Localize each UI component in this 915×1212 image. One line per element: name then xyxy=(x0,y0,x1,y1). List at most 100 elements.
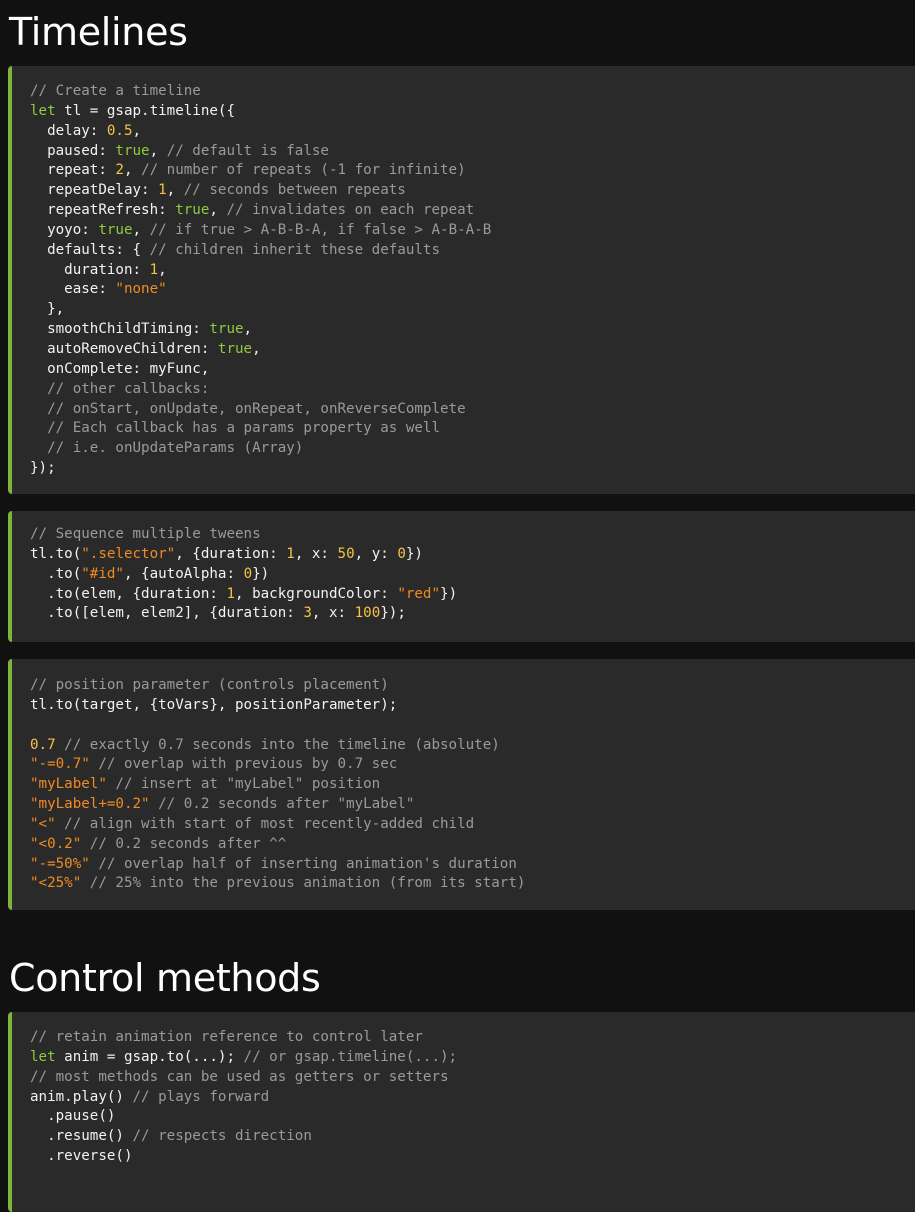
code-string: "-=0.7" xyxy=(30,756,90,773)
code-line: "-=0.7" // overlap with previous by 0.7 … xyxy=(30,755,915,775)
code-comment: // Each callback has a params property a… xyxy=(30,420,440,437)
section-title-timelines: Timelines xyxy=(9,10,188,54)
code-text: anim.play() xyxy=(30,1088,133,1105)
code-number: 1 xyxy=(149,261,159,278)
code-text: }) xyxy=(440,585,458,602)
code-line: "<25%" // 25% into the previous animatio… xyxy=(30,874,915,894)
code-line: defaults: { // children inherit these de… xyxy=(30,241,915,261)
code-text: , xyxy=(158,261,167,278)
code-block-sequence: // Sequence multiple tweens tl.to(".selec… xyxy=(8,511,915,642)
code-line: repeat: 2, // number of repeats (-1 for … xyxy=(30,161,915,181)
code-keyword: true xyxy=(98,221,133,238)
code-content: // Create a timeline let tl = gsap.timeli… xyxy=(12,66,915,479)
code-text: tl = gsap.timeline({ xyxy=(55,102,235,119)
code-line: paused: true, // default is false xyxy=(30,142,915,162)
code-text: , {duration: xyxy=(175,545,287,562)
code-line: // i.e. onUpdateParams (Array) xyxy=(30,439,915,459)
code-text: , x: xyxy=(311,605,355,622)
code-comment: // i.e. onUpdateParams (Array) xyxy=(30,440,304,457)
code-keyword: let xyxy=(30,1048,56,1065)
code-text: }) xyxy=(252,565,270,582)
code-text: .reverse() xyxy=(30,1148,133,1165)
code-number: 1 xyxy=(286,545,295,562)
code-block-position-parameter: // position parameter (controls placemen… xyxy=(8,659,915,910)
code-line: .to("#id", {autoAlpha: 0}) xyxy=(30,565,915,585)
code-text: repeatRefresh: xyxy=(30,202,176,219)
code-text: tl.to( xyxy=(30,545,82,562)
code-string: "myLabel+=0.2" xyxy=(30,796,150,813)
code-number: 3 xyxy=(303,605,312,622)
code-comment: // exactly 0.7 seconds into the timeline… xyxy=(64,736,500,753)
code-comment: // onStart, onUpdate, onRepeat, onRevers… xyxy=(30,400,466,417)
code-text: ease: xyxy=(30,281,116,298)
code-text: .resume() xyxy=(30,1128,133,1145)
code-text: , y: xyxy=(354,545,398,562)
code-line: // Sequence multiple tweens xyxy=(30,525,915,545)
code-comment: // default is false xyxy=(166,142,329,159)
code-text: }); xyxy=(380,605,406,622)
code-string: "-=50%" xyxy=(30,855,90,872)
code-string: "#id" xyxy=(81,565,124,582)
code-text: .to([elem, elem2], {duration: xyxy=(30,605,304,622)
code-string: "<" xyxy=(30,815,56,832)
code-text: smoothChildTiming: xyxy=(30,321,210,338)
code-number: 1 xyxy=(226,585,236,602)
code-line: smoothChildTiming: true, xyxy=(30,320,915,340)
code-text: onComplete: myFunc, xyxy=(30,360,210,377)
code-text: repeatDelay: xyxy=(30,182,159,199)
code-number: 50 xyxy=(337,545,355,562)
code-comment: // 25% into the previous animation (from… xyxy=(89,875,526,892)
code-text: , xyxy=(252,340,261,357)
code-comment: // respects direction xyxy=(132,1128,312,1145)
code-number: 0.5 xyxy=(106,122,133,139)
code-text: }) xyxy=(405,545,423,562)
code-line: autoRemoveChildren: true, xyxy=(30,340,915,360)
code-text: paused: xyxy=(30,142,116,159)
code-line: "-=50%" // overlap half of inserting ani… xyxy=(30,855,915,875)
code-string: "<25%" xyxy=(30,875,82,892)
code-number: 0 xyxy=(397,545,406,562)
code-text: .pause() xyxy=(30,1108,116,1125)
code-text: , xyxy=(123,162,142,179)
code-content: // retain animation reference to control… xyxy=(12,1012,915,1167)
code-text: tl.to(target, {toVars}, positionParamete… xyxy=(30,696,398,713)
code-line: let tl = gsap.timeline({ xyxy=(30,102,915,122)
code-line: // other callbacks: xyxy=(30,380,915,400)
code-string: ".selector" xyxy=(81,545,176,562)
code-line: yoyo: true, // if true > A-B-B-A, if fal… xyxy=(30,221,915,241)
code-line: // retain animation reference to control… xyxy=(30,1028,915,1048)
code-line: ease: "none" xyxy=(30,280,915,300)
code-comment: // plays forward xyxy=(132,1088,270,1105)
code-text: .to(elem, {duration: xyxy=(30,585,227,602)
code-comment: // overlap with previous by 0.7 sec xyxy=(98,756,398,773)
code-comment: // position parameter (controls placemen… xyxy=(30,677,389,693)
code-text: , xyxy=(243,321,253,338)
code-text: yoyo: xyxy=(30,221,99,238)
code-comment: // overlap half of inserting animation's… xyxy=(98,855,517,872)
code-comment: // or gsap.timeline(...); xyxy=(243,1048,458,1065)
code-line: .reverse() xyxy=(30,1147,915,1167)
code-comment: // 0.2 seconds after "myLabel" xyxy=(158,796,415,813)
code-line: // Create a timeline xyxy=(30,82,915,102)
code-keyword: true xyxy=(115,142,150,159)
code-line: }, xyxy=(30,300,915,320)
code-block-timeline-config: // Create a timeline let tl = gsap.timeli… xyxy=(8,66,915,494)
code-string: "<0.2" xyxy=(30,835,82,852)
code-comment: // seconds between repeats xyxy=(183,182,406,199)
code-line: }); xyxy=(30,459,915,479)
code-line: let anim = gsap.to(...); // or gsap.time… xyxy=(30,1048,915,1068)
code-line: // onStart, onUpdate, onRepeat, onRevers… xyxy=(30,400,915,420)
code-line: "<" // align with start of most recently… xyxy=(30,815,915,835)
code-string: "myLabel" xyxy=(30,776,107,793)
code-line: "<0.2" // 0.2 seconds after ^^ xyxy=(30,835,915,855)
code-content: // Sequence multiple tweens tl.to(".selec… xyxy=(12,511,915,624)
code-block-control-methods: // retain animation reference to control… xyxy=(8,1012,915,1212)
code-text: , xyxy=(149,142,167,159)
code-line: repeatDelay: 1, // seconds between repea… xyxy=(30,181,915,201)
section-title-control-methods: Control methods xyxy=(9,956,321,1000)
